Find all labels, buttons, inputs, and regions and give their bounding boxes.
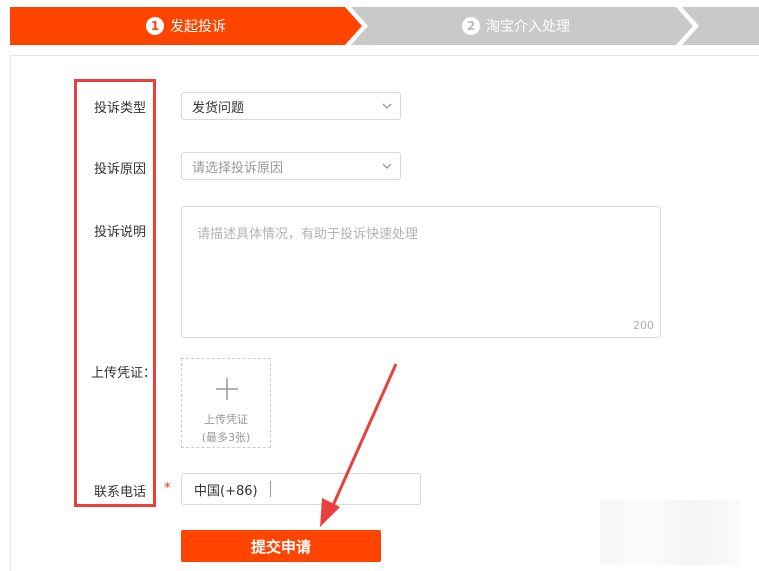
complaint-type-select[interactable]: 发货问题 (181, 92, 401, 120)
step-3-bg (682, 7, 759, 45)
step-2-label: 淘宝介入处理 (486, 19, 570, 35)
step-1-number: 1 (146, 17, 164, 35)
complaint-reason-placeholder: 请选择投诉原因 (192, 160, 284, 176)
plus-icon (216, 378, 238, 400)
contact-phone-input[interactable]: 中国(+86) (181, 473, 421, 505)
submit-button[interactable]: 提交申请 (181, 530, 381, 562)
character-count: 200 (633, 319, 654, 332)
highlight-annotation-box (74, 79, 156, 507)
step-1: 1 发起投诉 (146, 7, 226, 45)
step-2-number: 2 (462, 17, 480, 35)
chevron-down-icon (382, 163, 392, 169)
complaint-description-placeholder: 请描述具体情况，有助于投诉快速处理 (197, 227, 419, 242)
complaint-reason-select[interactable]: 请选择投诉原因 (181, 152, 401, 180)
text-cursor (269, 481, 271, 497)
required-mark: * (164, 481, 171, 496)
complaint-description-textarea[interactable]: 请描述具体情况，有助于投诉快速处理 200 (181, 206, 661, 338)
step-1-label: 发起投诉 (170, 19, 226, 35)
phone-country-code: 中国(+86) (194, 483, 258, 499)
step-2: 2 淘宝介入处理 (462, 7, 570, 45)
step-progress-bar: 1 发起投诉 2 淘宝介入处理 (10, 7, 759, 45)
step-bar-shapes (10, 7, 759, 45)
upload-evidence-button[interactable]: 上传凭证 (最多3张) (181, 358, 271, 448)
upload-limit-text: (最多3张) (201, 431, 251, 444)
blurred-region (600, 500, 740, 565)
upload-evidence-text: 上传凭证 (204, 413, 248, 426)
chevron-down-icon (382, 103, 392, 109)
complaint-type-value: 发货问题 (192, 100, 245, 116)
